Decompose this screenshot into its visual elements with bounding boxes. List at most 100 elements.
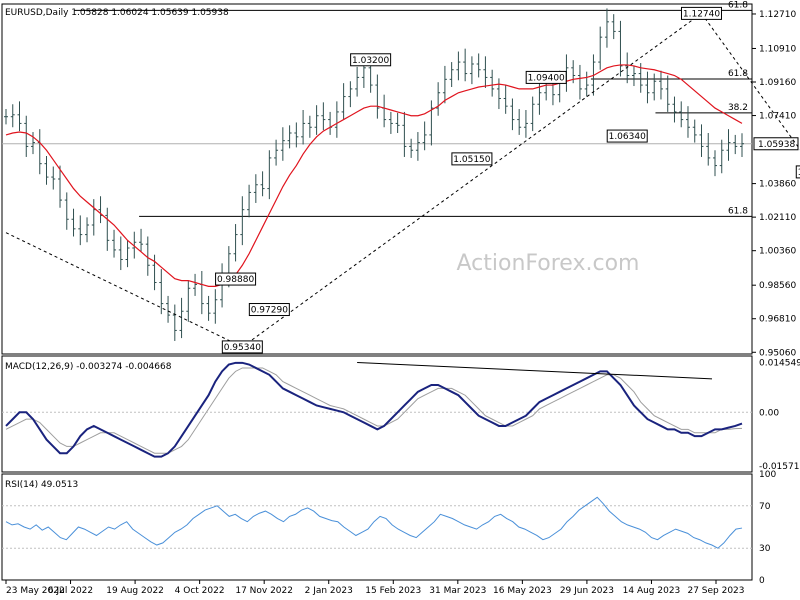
price-bar	[193, 273, 198, 296]
price-bar	[71, 208, 76, 237]
price-bar	[658, 70, 663, 100]
price-bar	[463, 48, 468, 82]
y-tick-label: 1.12710	[759, 10, 796, 20]
price-bar	[44, 155, 49, 185]
price-bar	[260, 171, 265, 197]
y-tick-label: 1.09160	[759, 78, 796, 88]
price-bar	[490, 69, 495, 97]
swing-label: 0.95340	[221, 340, 263, 354]
price-bar	[64, 192, 69, 230]
price-bar	[483, 56, 488, 88]
fib-level-label: 61.8	[728, 0, 748, 10]
price-bar	[341, 83, 346, 120]
price-bar	[388, 111, 393, 134]
price-bar	[719, 139, 724, 174]
x-tick-label: 17 Nov 2022	[235, 586, 293, 596]
y-tick-label: 0.96810	[759, 315, 796, 325]
x-tick-label: 6 Jul 2022	[48, 586, 93, 596]
price-bar	[233, 224, 238, 262]
price-bar	[91, 199, 96, 236]
chart-canvas: 1.12710 1.10910 1.09160 1.07410 1.03860 1.021…	[1, 0, 800, 596]
price-bar	[31, 132, 36, 155]
price-bar	[328, 111, 333, 135]
price-bar	[307, 115, 312, 138]
rsi-line	[5, 496, 743, 549]
price-bar	[321, 102, 326, 131]
price-bar	[685, 106, 690, 138]
x-tick-label: 4 Oct 2022	[175, 586, 225, 596]
price-bar	[415, 132, 420, 161]
price-bar	[382, 94, 387, 128]
price-bar	[604, 8, 609, 48]
price-bar	[118, 236, 123, 271]
price-bar	[139, 228, 144, 252]
price-bar	[395, 112, 400, 133]
price-bar	[422, 121, 427, 151]
price-bar	[4, 109, 8, 125]
price-bar	[652, 73, 657, 101]
price-bar	[179, 297, 184, 339]
x-tick-label: 2 Jan 2023	[305, 586, 353, 596]
swing-label: 1.12740	[680, 6, 722, 20]
swing-label-text: 1.12740	[683, 9, 720, 19]
macd-panel: 0.0145490.00-0.015712	[1, 355, 800, 473]
price-bar	[186, 280, 191, 322]
y-tick-label: 0.95060	[759, 348, 796, 358]
watermark: ActionForex.com	[457, 251, 640, 276]
swing-label-text: 0.95340	[224, 343, 261, 353]
price-bar	[301, 109, 306, 145]
price-bar	[456, 51, 461, 81]
panel-frame	[1, 355, 753, 473]
macd-line	[5, 361, 743, 458]
price-bar	[355, 66, 360, 97]
rsi-panel: 100 70 30 0	[1, 470, 776, 586]
price-bar	[213, 289, 218, 324]
price-bar	[496, 78, 501, 110]
y-tick-label: 1.00360	[759, 247, 796, 257]
x-axis: 23 May 20226 Jul 2022 19 Aug 2022 4 Oct 20…	[5, 580, 745, 596]
last-price-label: 1.05938	[758, 140, 795, 150]
price-bar	[706, 132, 711, 166]
macd-trendline	[357, 361, 713, 380]
price-bar	[530, 96, 535, 132]
price-bar	[476, 53, 481, 78]
rsi-tick-label: 70	[759, 502, 771, 512]
macd-title: MACD(12,26,9) -0.003274 -0.004668	[5, 362, 172, 372]
price-bar	[598, 26, 603, 70]
price-bar	[375, 74, 380, 119]
price-bar	[37, 129, 42, 175]
price-bar	[125, 240, 130, 268]
x-tick-label: 14 Aug 2023	[623, 586, 681, 596]
y-tick-label: 1.10910	[759, 44, 796, 54]
price-bar	[503, 85, 508, 114]
fib-level-label: 38.2	[728, 103, 748, 113]
price-bar	[267, 150, 272, 200]
price-bar	[402, 111, 407, 157]
macd-tick-label: 0.014549	[759, 359, 800, 369]
price-bar	[523, 109, 528, 138]
swing-label-text: 1.05150	[453, 155, 490, 165]
macd-tick-label: 0.00	[759, 408, 779, 418]
price-bar	[692, 119, 697, 143]
price-bar	[78, 215, 83, 246]
swing-label: 1.05150	[451, 152, 493, 166]
price-bar	[240, 196, 245, 246]
swing-label-text: 1.06340	[609, 132, 646, 142]
price-bar	[166, 295, 171, 323]
price-bar	[699, 124, 704, 157]
price-bar	[159, 269, 164, 315]
price-bar	[348, 81, 353, 108]
price-bar	[206, 295, 211, 321]
price-bar	[577, 64, 582, 100]
y-tick-label: 1.07410	[759, 112, 796, 122]
price-bar	[672, 96, 677, 123]
price-bar	[733, 134, 738, 155]
forex-chart: 1.12710 1.10910 1.09160 1.07410 1.03860 1.021…	[0, 0, 800, 600]
price-bar	[631, 65, 636, 87]
y-tick-label: 1.02110	[759, 213, 796, 223]
x-tick-label: 27 Sep 2023	[687, 586, 744, 596]
price-bar	[449, 62, 454, 87]
x-tick-label: 29 Jun 2023	[560, 586, 614, 596]
macd-signal-line	[5, 367, 743, 454]
y-tick-label: 0.98560	[759, 281, 796, 291]
